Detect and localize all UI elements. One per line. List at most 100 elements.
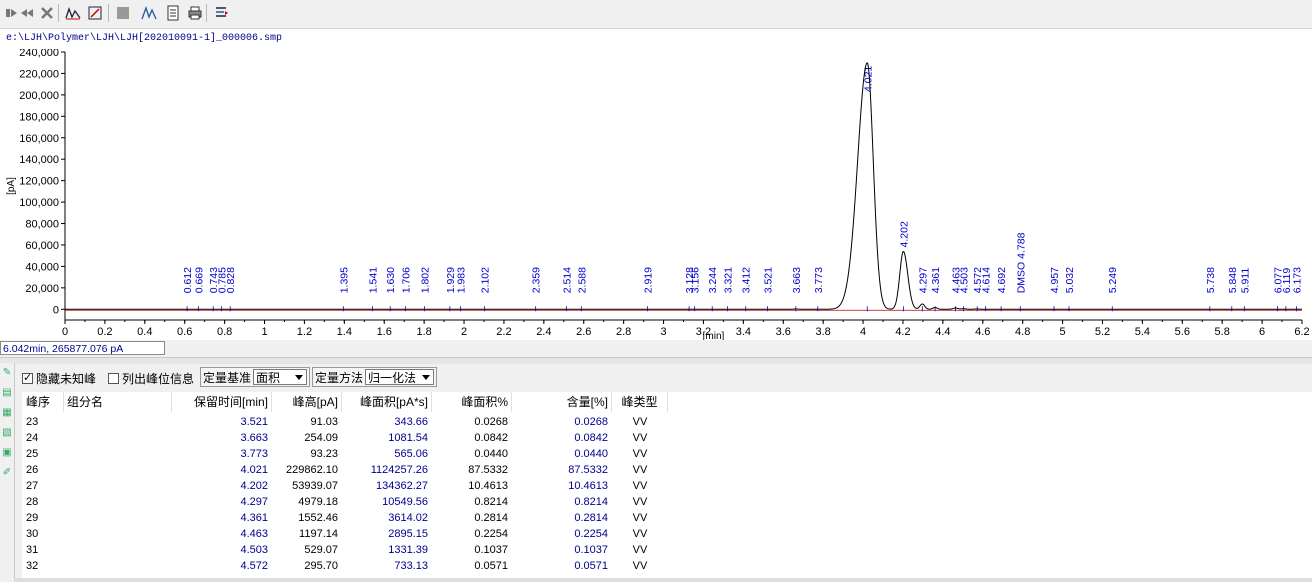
chromatogram-chart[interactable]: 240,000220,000200,000180,000160,000140,0… <box>0 47 1312 342</box>
col-area[interactable]: 峰面积[pA*s] <box>342 392 432 412</box>
hide-unknown-checkbox[interactable]: 隐藏未知峰 <box>22 370 96 387</box>
peak-label: 3.321 <box>723 267 735 293</box>
cell-area: 343.66 <box>394 416 428 428</box>
col-peak-type[interactable]: 峰类型 <box>612 392 668 412</box>
chevron-down-icon <box>295 375 303 380</box>
peak-label: 5.848 <box>1227 267 1239 293</box>
table-row[interactable]: 28 4.297 4979.18 10549.56 0.8214 0.8214 VV <box>22 494 1312 510</box>
table-row[interactable]: 30 4.463 1197.14 2895.15 0.2254 0.2254 VV <box>22 526 1312 542</box>
peak-label: 1.706 <box>400 267 412 293</box>
peak-label: 1.983 <box>456 267 468 293</box>
cell-peak-type: VV <box>632 496 648 508</box>
quant-basis-select[interactable]: 面积 <box>253 369 307 385</box>
peak-table: 峰序 组分名 保留时间[min] 峰高[pA] 峰面积[pA*s] 峰面积% 含… <box>22 392 1312 582</box>
cell-area-pct: 0.0440 <box>474 448 508 460</box>
table-icon[interactable]: ▤ <box>1 387 13 399</box>
peak-label: 4.957 <box>1049 267 1061 293</box>
peak-label: DMSO 4.788 <box>1015 232 1027 293</box>
table-row[interactable]: 32 4.572 295.70 733.13 0.0571 0.0571 VV <box>22 558 1312 574</box>
table-row[interactable]: 24 3.663 254.09 1081.54 0.0842 0.0842 VV <box>22 430 1312 446</box>
y-tick-label: 100,000 <box>19 197 59 209</box>
cell-area-pct: 10.4613 <box>468 480 508 492</box>
peak-icon[interactable] <box>140 4 158 22</box>
cell-component <box>64 558 172 574</box>
show-window-checkbox[interactable]: 列出峰位信息 <box>108 370 194 387</box>
col-area-pct[interactable]: 峰面积% <box>432 392 512 412</box>
delete-icon[interactable] <box>38 4 56 22</box>
peak-label: 3.412 <box>741 267 753 293</box>
horizontal-scrollbar[interactable] <box>14 578 1312 582</box>
peak-label: 4.614 <box>981 267 993 293</box>
cell-peak-no: 32 <box>26 560 39 572</box>
peak-label: 1.395 <box>338 267 350 293</box>
table-row[interactable]: 29 4.361 1552.46 3614.02 0.2814 0.2814 VV <box>22 510 1312 526</box>
peak-label: 4.503 <box>958 267 970 293</box>
table-row[interactable]: 26 4.021 229862.10 1124257.26 87.5332 87.5332… <box>22 462 1312 478</box>
cell-height: 529.07 <box>304 544 338 556</box>
peak-label: 2.359 <box>531 267 543 293</box>
y-tick-label: 40,000 <box>25 261 59 273</box>
peak-label: 3.156 <box>690 267 702 293</box>
peak-label: 3.663 <box>791 267 803 293</box>
peak-label: 1.802 <box>420 267 432 293</box>
col-peak-no[interactable]: 峰序 <box>22 392 64 412</box>
cell-component <box>64 446 172 462</box>
y-tick-label: 140,000 <box>19 154 59 166</box>
table-row[interactable]: 27 4.202 53939.07 134362.27 10.4613 10.4613 VV <box>22 478 1312 494</box>
cell-peak-no: 23 <box>26 416 39 428</box>
baseline-icon[interactable] <box>64 4 82 22</box>
cell-peak-type: VV <box>632 432 648 444</box>
y-tick-label: 180,000 <box>19 111 59 123</box>
checkbox-checked-icon[interactable] <box>22 371 33 384</box>
pen-icon[interactable]: ✐ <box>1 467 13 479</box>
x-tick-label: 2.6 <box>576 326 591 338</box>
hide-unknown-label: 隐藏未知峰 <box>36 372 97 386</box>
x-tick-label: 1.6 <box>377 326 392 338</box>
checkbox-unchecked-icon[interactable] <box>108 373 119 384</box>
peak-label: 5.738 <box>1205 267 1217 293</box>
col-content[interactable]: 含量[%] <box>512 392 612 412</box>
cell-retention: 3.663 <box>240 432 268 444</box>
table-row[interactable]: 23 3.521 91.03 343.66 0.0268 0.0268 VV <box>22 414 1312 430</box>
table-row[interactable]: 31 4.503 529.07 1331.39 0.1037 0.1037 VV <box>22 542 1312 558</box>
chart-icon[interactable]: ▣ <box>1 447 13 459</box>
cell-peak-type: VV <box>632 416 648 428</box>
report-icon[interactable] <box>164 4 182 22</box>
edit-icon[interactable]: ▧ <box>1 427 13 439</box>
cell-content: 0.0842 <box>574 432 608 444</box>
col-component[interactable]: 组分名 <box>64 392 172 412</box>
col-height[interactable]: 峰高[pA] <box>272 392 342 412</box>
sheet-icon[interactable] <box>114 4 132 22</box>
table-row[interactable]: 25 3.773 93.23 565.06 0.0440 0.0440 VV <box>22 446 1312 462</box>
x-tick-label: 0.2 <box>97 326 112 338</box>
cell-peak-no: 27 <box>26 480 39 492</box>
pencil-icon[interactable]: ✎ <box>1 367 13 379</box>
cell-component <box>64 430 172 446</box>
cell-area: 134362.27 <box>376 480 428 492</box>
settings-icon[interactable] <box>212 4 230 22</box>
col-retention[interactable]: 保留时间[min] <box>172 392 272 412</box>
y-tick-label: 80,000 <box>25 219 59 231</box>
x-tick-label: 5.8 <box>1215 326 1230 338</box>
forward-icon[interactable] <box>18 4 36 22</box>
cell-peak-no: 30 <box>26 528 39 540</box>
cell-retention: 4.463 <box>240 528 268 540</box>
cell-retention: 4.021 <box>240 464 268 476</box>
cell-peak-no: 25 <box>26 448 39 460</box>
cursor-readout: 6.042min, 265877.076 pA <box>0 341 165 355</box>
chromatogram-panel[interactable]: 240,000 220,000 200,000 180,000 160,000 140,0… <box>0 47 1312 342</box>
y-tick-label: 200,000 <box>19 90 59 102</box>
quant-method-select[interactable]: 归一化法 <box>365 369 434 385</box>
quant-basis-label: 定量基准 <box>203 370 252 385</box>
y-tick-label: 60,000 <box>25 240 59 252</box>
calc-icon[interactable]: ▦ <box>1 407 13 419</box>
zoom-fit-icon[interactable] <box>86 4 104 22</box>
cell-height: 295.70 <box>304 560 338 572</box>
cell-retention: 3.521 <box>240 416 268 428</box>
cell-area: 733.13 <box>394 560 428 572</box>
print-icon[interactable] <box>186 4 204 22</box>
splitter[interactable] <box>0 357 1312 364</box>
cell-peak-type: VV <box>632 464 648 476</box>
peak-label: 0.612 <box>182 267 194 293</box>
cell-peak-no: 31 <box>26 544 39 556</box>
